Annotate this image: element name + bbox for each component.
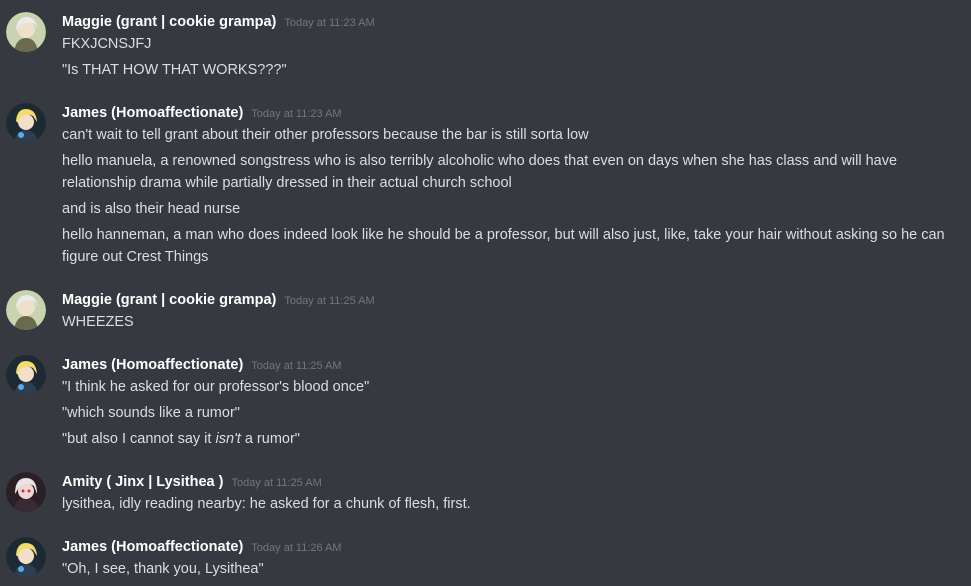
author-name[interactable]: James (Homoaffectionate)	[62, 105, 243, 121]
message-text: and is also their head nurse	[62, 201, 241, 217]
message-text: hello manuela, a renowned songstress who…	[62, 153, 902, 191]
james-avatar[interactable]	[6, 537, 46, 577]
message-text: WHEEZES	[62, 314, 134, 330]
message-text: "but also I cannot say it isn't a rumor"	[62, 428, 967, 450]
author-name[interactable]: Maggie (grant | cookie grampa)	[62, 292, 276, 308]
timestamp: Today at 11:25 AM	[284, 295, 375, 307]
message-text: "which sounds like a rumor"	[62, 405, 240, 421]
chat-messages: Maggie (grant | cookie grampa) Today at 1…	[0, 0, 971, 586]
message-text: can't wait to tell grant about their oth…	[62, 127, 589, 143]
timestamp: Today at 11:25 AM	[251, 360, 342, 372]
author-name[interactable]: Amity ( Jinx | Lysithea )	[62, 474, 223, 490]
message-text: hello hanneman, a man who does indeed lo…	[62, 227, 949, 265]
message-text: lysithea, idly reading nearby: he asked …	[62, 496, 471, 512]
message-text: "Is THAT HOW THAT WORKS???"	[62, 62, 287, 78]
message-text: "I think he asked for our professor's bl…	[62, 379, 370, 395]
message-italic-text: isn't	[215, 431, 241, 447]
james-avatar[interactable]	[6, 355, 46, 395]
message-text: "Oh, I see, thank you, Lysithea"	[62, 561, 264, 577]
maggie-avatar[interactable]	[6, 12, 46, 52]
message-text-part: a rumor"	[240, 431, 300, 447]
james-avatar[interactable]	[6, 103, 46, 143]
author-name[interactable]: Maggie (grant | cookie grampa)	[62, 14, 276, 30]
author-name[interactable]: James (Homoaffectionate)	[62, 357, 243, 373]
message-text-part: "but also I cannot say it	[62, 431, 216, 447]
author-name[interactable]: James (Homoaffectionate)	[62, 539, 243, 555]
timestamp: Today at 11:23 AM	[284, 17, 375, 29]
timestamp: Today at 11:23 AM	[251, 108, 342, 120]
amity-avatar[interactable]	[6, 472, 46, 512]
maggie-avatar[interactable]	[6, 290, 46, 330]
timestamp: Today at 11:26 AM	[251, 542, 342, 554]
message-text: FKXJCNSJFJ	[62, 36, 152, 52]
timestamp: Today at 11:25 AM	[231, 477, 322, 489]
